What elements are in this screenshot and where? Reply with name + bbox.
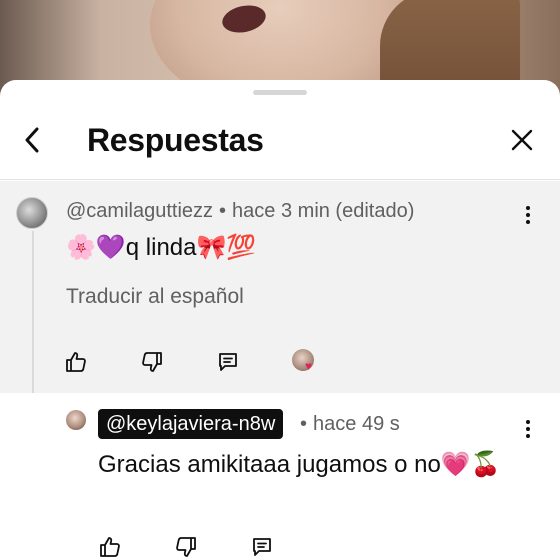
comment-meta: • hace 49 s bbox=[300, 413, 400, 436]
page-title: Respuestas bbox=[87, 122, 264, 158]
meta-separator: • bbox=[219, 200, 227, 222]
more-options-button[interactable] bbox=[516, 417, 540, 441]
thumbs-down-icon bbox=[142, 352, 162, 372]
dislike-button[interactable] bbox=[140, 350, 164, 374]
translate-link[interactable]: Traducir al español bbox=[66, 285, 244, 309]
comment-author-handle[interactable]: @camilaguttiezz bbox=[66, 200, 213, 222]
reply-button[interactable] bbox=[216, 350, 240, 374]
like-button[interactable] bbox=[64, 350, 88, 374]
thumbs-down-icon bbox=[176, 537, 196, 557]
parent-comment: @camilaguttiezz • hace 3 min (editado) 🌸💜q… bbox=[0, 181, 560, 421]
avatar[interactable] bbox=[66, 410, 86, 430]
comment-timestamp: hace 3 min (editado) bbox=[232, 200, 415, 222]
meta-separator: • bbox=[300, 413, 308, 435]
sheet-drag-handle[interactable] bbox=[253, 90, 307, 95]
comment-text: 🌸💜q linda🎀💯 bbox=[66, 234, 257, 261]
back-button[interactable] bbox=[14, 122, 50, 158]
comment-text: Gracias amikitaaa jugamos o no💗🍒 bbox=[98, 451, 501, 478]
reply-comment: @keylajaviera-n8w • hace 49 s Gracias ami… bbox=[0, 393, 560, 560]
replies-sheet: Respuestas @camilaguttiezz • hace 3 min (e… bbox=[0, 80, 560, 560]
like-button[interactable] bbox=[98, 535, 122, 559]
comment-timestamp: hace 49 s bbox=[313, 413, 400, 435]
thumbs-up-icon bbox=[100, 537, 120, 557]
chevron-left-icon bbox=[25, 127, 39, 153]
comment-actions: ♥ bbox=[64, 349, 318, 375]
more-vert-icon bbox=[526, 420, 530, 438]
comment-icon bbox=[219, 353, 237, 371]
reply-button[interactable] bbox=[250, 535, 274, 559]
close-button[interactable] bbox=[504, 122, 540, 158]
more-options-button[interactable] bbox=[516, 203, 540, 227]
heart-icon: ♥ bbox=[305, 359, 313, 373]
highlighted-author-handle[interactable]: @keylajaviera-n8w bbox=[98, 409, 284, 439]
dislike-button[interactable] bbox=[174, 535, 198, 559]
thumbs-up-icon bbox=[66, 352, 86, 372]
creator-heart-badge[interactable]: ♥ bbox=[292, 349, 318, 375]
close-icon bbox=[511, 129, 533, 151]
sheet-header: Respuestas bbox=[0, 98, 560, 180]
comment-meta: @camilaguttiezz • hace 3 min (editado) bbox=[66, 200, 414, 223]
comment-actions bbox=[98, 535, 326, 559]
more-vert-icon bbox=[526, 206, 530, 224]
avatar[interactable] bbox=[16, 197, 48, 229]
comment-icon bbox=[253, 538, 271, 556]
